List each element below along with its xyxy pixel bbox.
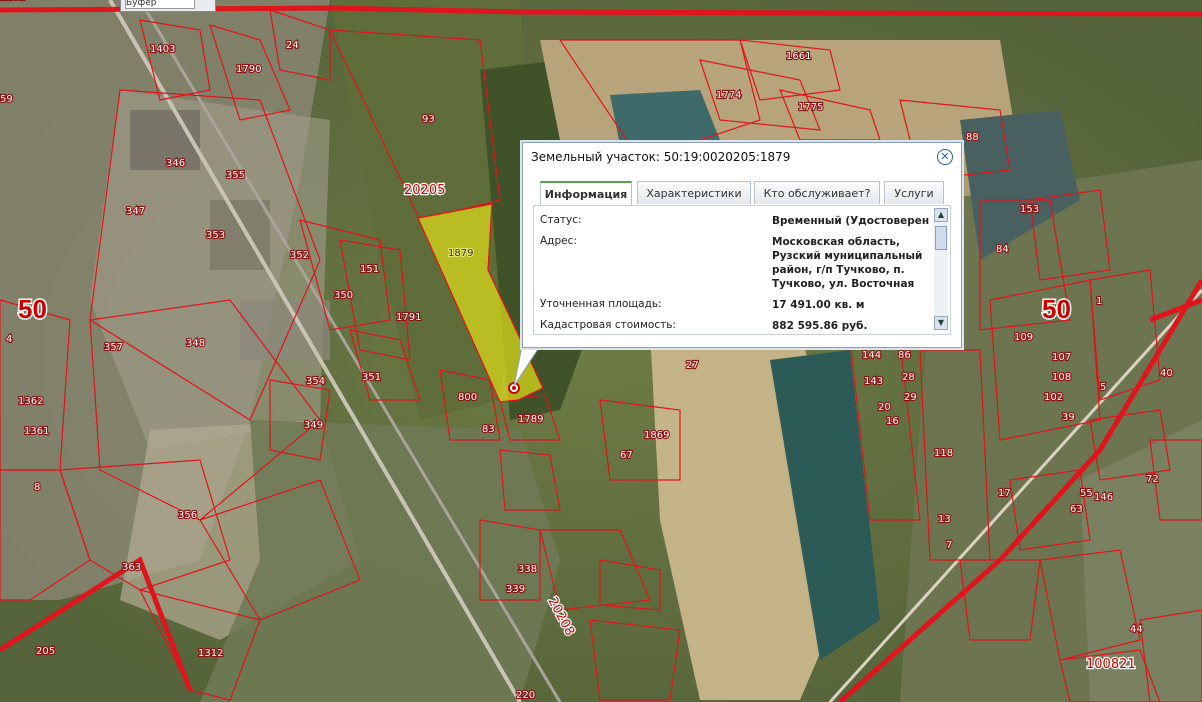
parcel-label: 355 — [226, 170, 245, 181]
parcel-label: 347 — [126, 206, 145, 217]
parcel-label: 1775 — [798, 102, 823, 113]
close-icon[interactable]: ✕ — [937, 149, 953, 165]
info-scrollbar[interactable]: ▲ ▼ — [934, 208, 948, 330]
parcel-label: 356 — [178, 510, 197, 521]
popup-title: Земельный участок: 50:19:0020205:1879 — [531, 150, 791, 164]
parcel-label: 146 — [1094, 492, 1113, 503]
parcel-label: 17 — [998, 488, 1011, 499]
info-value: 882 595.86 руб. — [772, 320, 868, 332]
parcel-label: 143 — [864, 376, 883, 387]
parcel-label: 44 — [1130, 624, 1143, 635]
parcel-label: 352 — [290, 250, 309, 261]
parcel-label: 55 — [1080, 488, 1093, 499]
parcel-label: 63 — [1070, 504, 1083, 515]
parcel-label: 354 — [306, 376, 325, 387]
parcel-label: 4 — [6, 334, 12, 345]
parcel-label: 1 — [1096, 296, 1102, 307]
parcel-info-popup: Земельный участок: 50:19:0020205:1879 ✕ … — [522, 142, 962, 348]
parcel-label: 28 — [902, 372, 915, 383]
parcel-label: 20 — [878, 402, 891, 413]
buffer-toolbox: Буфер — [120, 0, 216, 12]
parcel-label: 5 — [1100, 382, 1106, 393]
parcel-label: 1282 — [0, 0, 25, 3]
parcel-label: 109 — [1014, 332, 1033, 343]
tab-services[interactable]: Услуги — [884, 181, 944, 204]
parcel-label: 59 — [0, 94, 13, 105]
parcel-label: 363 — [122, 562, 141, 573]
parcel-label: 16 — [886, 416, 899, 427]
parcel-label: 67 — [620, 450, 633, 461]
parcel-label: 357 — [104, 342, 123, 353]
parcel-label: 39 — [1062, 412, 1075, 423]
parcel-label: 1774 — [716, 90, 741, 101]
info-key: Статус: — [540, 214, 582, 226]
parcel-label: 800 — [458, 392, 477, 403]
parcel-label: 1791 — [396, 312, 421, 323]
parcel-label: 346 — [166, 158, 185, 169]
parcel-label: 338 — [518, 564, 537, 575]
parcel-label: 118 — [934, 448, 953, 459]
tab-who-serves[interactable]: Кто обслуживает? — [754, 181, 880, 204]
buffer-input[interactable]: Буфер — [125, 0, 195, 9]
parcel-label: 1361 — [24, 426, 49, 437]
region-label: 50 — [18, 294, 47, 324]
parcel-label: 29 — [904, 392, 917, 403]
parcel-label: 144 — [862, 350, 881, 361]
info-key: Кадастровая стоимость: — [540, 319, 676, 331]
parcel-label: 205 — [36, 646, 55, 657]
region-label: 50 — [1042, 294, 1071, 324]
parcel-label: 72 — [1146, 474, 1159, 485]
parcel-label: 151 — [360, 264, 379, 275]
tab-information[interactable]: Информация — [540, 181, 632, 206]
parcel-label: 348 — [186, 338, 205, 349]
parcel-label: 350 — [334, 290, 353, 301]
quarter-label: 20205 — [404, 183, 445, 198]
parcel-label: 13 — [938, 514, 951, 525]
parcel-label: 83 — [482, 424, 495, 435]
scroll-thumb[interactable] — [935, 226, 947, 250]
parcel-label: 86 — [898, 350, 911, 361]
parcel-label: 353 — [206, 230, 225, 241]
cadastral-map[interactable]: 1403179024931661177417758859346355347353… — [0, 0, 1202, 702]
selected-parcel-label: 1879 — [448, 248, 473, 259]
parcel-label: 349 — [304, 420, 323, 431]
parcel-label: 24 — [286, 40, 299, 51]
info-value: Московская область, Рузский муниципальны… — [772, 236, 923, 290]
parcel-label: 8 — [34, 482, 40, 493]
info-key: Уточненная площадь: — [540, 298, 662, 310]
info-value: 17 491.00 кв. м — [772, 299, 865, 311]
tab-characteristics[interactable]: Характеристики — [637, 181, 751, 204]
parcel-label: 107 — [1052, 352, 1071, 363]
parcel-label: 93 — [422, 114, 435, 125]
scroll-up-icon[interactable]: ▲ — [934, 208, 948, 222]
parcel-label: 40 — [1160, 368, 1173, 379]
parcel-label: 27 — [686, 360, 699, 371]
parcel-label: 1789 — [518, 414, 543, 425]
parcel-label: 1362 — [18, 396, 43, 407]
quarter-label: 100821 — [1086, 657, 1136, 672]
parcel-label: 1312 — [198, 648, 223, 659]
parcel-label: 1790 — [236, 64, 261, 75]
info-value: Временный (Удостоверен — [772, 215, 930, 227]
parcel-label: 1869 — [644, 430, 669, 441]
parcel-label: 108 — [1052, 372, 1071, 383]
parcel-label: 84 — [996, 244, 1009, 255]
info-panel[interactable]: Статус: Временный (Удостоверен Адрес: Мо… — [533, 205, 951, 335]
parcel-label: 1661 — [786, 51, 811, 62]
parcel-label: 102 — [1044, 392, 1063, 403]
parcel-label: 88 — [966, 132, 979, 143]
parcel-label: 339 — [506, 584, 525, 595]
parcel-label: 351 — [362, 372, 381, 383]
parcel-label: 1403 — [150, 44, 175, 55]
info-key: Адрес: — [540, 235, 577, 247]
parcel-label: 7 — [946, 540, 952, 551]
parcel-label: 220 — [516, 690, 535, 701]
scroll-down-icon[interactable]: ▼ — [934, 316, 948, 330]
parcel-label: 153 — [1020, 204, 1039, 215]
